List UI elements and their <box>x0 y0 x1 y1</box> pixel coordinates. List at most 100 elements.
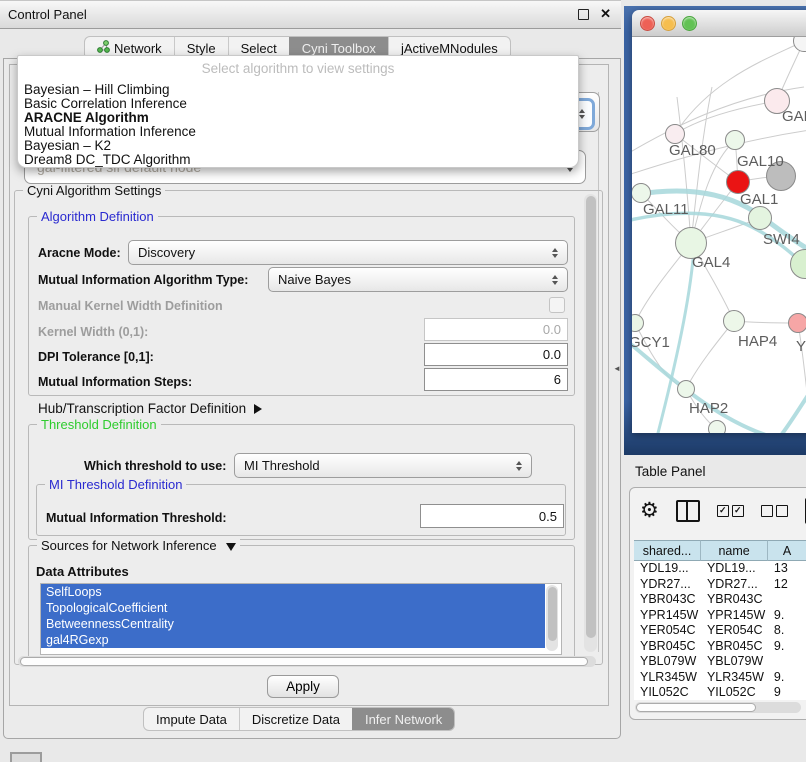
network-node[interactable] <box>665 124 685 144</box>
column-header[interactable]: name <box>701 540 768 561</box>
dpi-tolerance-input[interactable]: 0.0 <box>424 343 568 366</box>
network-node-label: GAL4 <box>692 254 730 271</box>
data-attributes-list[interactable]: SelfLoopsTopologicalCoefficientBetweenne… <box>40 583 562 655</box>
kernel-width-input[interactable]: 0.0 <box>424 318 568 341</box>
mi-threshold-value: 0.5 <box>539 509 557 524</box>
tab-discretize-data[interactable]: Discretize Data <box>239 708 352 730</box>
data-attributes-label: Data Attributes <box>36 564 129 579</box>
table-cell: YPR145W <box>634 608 701 624</box>
scrollbar-thumb[interactable] <box>548 587 557 641</box>
tab-infer-network[interactable]: Infer Network <box>352 708 454 730</box>
mi-steps-input[interactable]: 6 <box>424 368 568 391</box>
dropdown-option[interactable]: Basic Correlation Inference <box>24 97 572 111</box>
tab-impute-data[interactable]: Impute Data <box>144 708 239 730</box>
unchecked-box-icon <box>776 505 788 517</box>
attribute-item[interactable]: SelfLoops <box>41 584 545 600</box>
dropdown-option[interactable]: ARACNE Algorithm <box>24 111 572 125</box>
network-node[interactable] <box>677 380 695 398</box>
table-row[interactable]: YIL052CYIL052C9 <box>634 685 806 700</box>
panel-splitter-icon[interactable]: ◄ <box>613 364 621 373</box>
mi-threshold-input[interactable]: 0.5 <box>420 504 564 528</box>
table-horizontal-scrollbar[interactable] <box>635 702 801 713</box>
close-traffic-icon[interactable] <box>640 16 655 31</box>
checked-box-icon: ✓ <box>717 505 729 517</box>
table-cell: YER054C <box>701 623 768 639</box>
apply-button[interactable]: Apply <box>267 675 339 698</box>
gear-icon[interactable]: ⚙ <box>640 500 659 522</box>
table-row[interactable]: YPR145WYPR145W9. <box>634 608 806 624</box>
columns-icon[interactable] <box>676 500 700 522</box>
hub-definition-expander[interactable]: Hub/Transcription Factor Definition <box>38 401 262 416</box>
deselect-all-columns-icon[interactable] <box>761 505 788 517</box>
cyni-settings-title: Cyni Algorithm Settings <box>23 183 165 198</box>
mi-type-value: Naive Bayes <box>278 272 351 287</box>
tab-label: Network <box>114 41 162 56</box>
network-node[interactable] <box>632 183 651 203</box>
attribute-item[interactable]: gal4RGexp <box>41 632 545 648</box>
table-row[interactable]: YBR045CYBR045C9. <box>634 639 806 655</box>
table-cell: 13 <box>768 561 806 577</box>
algorithm-definition-title: Algorithm Definition <box>37 209 158 224</box>
dropdown-option[interactable]: Mutual Information Inference <box>24 125 572 139</box>
table-body: YDL19...YDL19...13YDR27...YDR27...12YBR0… <box>634 561 806 700</box>
scrollbar-thumb[interactable] <box>20 657 588 666</box>
network-node[interactable] <box>708 420 726 433</box>
settings-horizontal-scrollbar[interactable] <box>18 656 596 667</box>
dpi-tolerance-label: DPI Tolerance [0,1]: <box>38 350 154 364</box>
table-cell: YBL079W <box>701 654 768 670</box>
table-cell: YBL079W <box>634 654 701 670</box>
network-node[interactable] <box>723 310 745 332</box>
network-node[interactable] <box>788 313 806 333</box>
dropdown-option[interactable]: Bayesian – K2 <box>24 139 572 153</box>
scrollbar-thumb[interactable] <box>636 703 756 712</box>
network-node-label: Y <box>796 338 806 355</box>
dropdown-option[interactable]: Dream8 DC_TDC Algorithm <box>24 153 572 167</box>
table-cell: 9. <box>768 608 806 624</box>
minimized-panel-icon[interactable] <box>10 752 42 762</box>
attribute-item[interactable]: TopologicalCoefficient <box>41 600 545 616</box>
table-row[interactable]: YBR043CYBR043C <box>634 592 806 608</box>
minimize-traffic-icon[interactable] <box>661 16 676 31</box>
table-row[interactable]: YER054CYER054C8. <box>634 623 806 639</box>
table-cell: YER054C <box>634 623 701 639</box>
collapse-arrow-icon[interactable] <box>226 543 236 551</box>
mi-type-combo[interactable]: Naive Bayes <box>268 267 568 292</box>
aracne-mode-combo[interactable]: Discovery <box>128 240 568 265</box>
table-cell: YLR345W <box>634 670 701 686</box>
network-window-titlebar[interactable] <box>632 10 806 37</box>
mi-type-label: Mutual Information Algorithm Type: <box>38 273 248 287</box>
manual-kernel-checkbox[interactable] <box>549 297 565 313</box>
threshold-definition-title: Threshold Definition <box>37 417 161 432</box>
tab-label: Cyni Toolbox <box>302 41 376 56</box>
table-row[interactable]: YDL19...YDL19...13 <box>634 561 806 577</box>
network-node-label: GCY1 <box>632 334 670 351</box>
select-all-columns-icon[interactable]: ✓ ✓ <box>717 505 744 517</box>
checked-box-icon: ✓ <box>732 505 744 517</box>
float-window-icon[interactable] <box>578 9 589 20</box>
column-header[interactable]: A <box>768 540 806 561</box>
network-node[interactable] <box>748 206 772 230</box>
table-header-row: shared...nameA <box>634 540 806 561</box>
table-row[interactable]: YLR345WYLR345W9. <box>634 670 806 686</box>
network-canvas[interactable]: GALGAL80GAL10GAL1GAL11SWI4GAL4GCY1HAP4YH… <box>632 37 806 433</box>
dropdown-option[interactable]: Bayesian – Hill Climbing <box>24 83 572 97</box>
column-header[interactable]: shared... <box>634 540 701 561</box>
mi-steps-label: Mutual Information Steps: <box>38 375 192 389</box>
table-cell <box>768 592 806 608</box>
close-icon[interactable]: ✕ <box>600 6 611 22</box>
app-root: Control Panel ✕ NetworkStyleSelectCyni T… <box>0 0 806 762</box>
which-threshold-combo[interactable]: MI Threshold <box>234 453 532 478</box>
table-row[interactable]: YBL079WYBL079W <box>634 654 806 670</box>
zoom-traffic-icon[interactable] <box>682 16 697 31</box>
table-row[interactable]: YDR27...YDR27...12 <box>634 577 806 593</box>
table-toolbar: ⚙ ✓ ✓ <box>640 496 806 526</box>
attributes-list-scrollbar[interactable] <box>546 585 558 651</box>
mi-threshold-label: Mutual Information Threshold: <box>46 511 227 525</box>
table-cell: YPR145W <box>701 608 768 624</box>
table-cell: 12 <box>768 577 806 593</box>
attribute-item[interactable]: BetweennessCentrality <box>41 616 545 632</box>
settings-vertical-scrollbar[interactable] <box>584 194 597 652</box>
network-node-label: GAL11 <box>643 201 689 218</box>
scrollbar-thumb[interactable] <box>586 196 596 638</box>
network-node[interactable] <box>725 130 745 150</box>
